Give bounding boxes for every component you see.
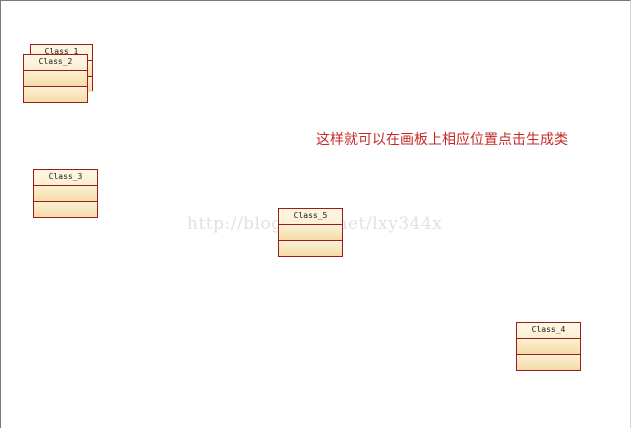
class-name: Class_5 [279,209,342,225]
class-attributes-section [34,186,97,202]
class-operations-section [517,355,580,370]
class-name: Class_2 [24,55,87,71]
class-attributes-section [24,71,87,87]
class-attributes-section [517,339,580,355]
class-box-3[interactable]: Class_3 [33,169,98,218]
class-operations-section [34,202,97,217]
class-operations-section [24,87,87,102]
class-name: Class_4 [517,323,580,339]
class-operations-section [279,241,342,256]
instruction-text: 这样就可以在画板上相应位置点击生成类 [316,132,568,148]
class-attributes-section [279,225,342,241]
class-name: Class_3 [34,170,97,186]
design-canvas[interactable]: http://blog.csdn.net/lxy344x Class_1 Cla… [0,0,631,428]
class-box-5[interactable]: Class_5 [278,208,343,257]
class-box-2[interactable]: Class_2 [23,54,88,103]
class-box-4[interactable]: Class_4 [516,322,581,371]
